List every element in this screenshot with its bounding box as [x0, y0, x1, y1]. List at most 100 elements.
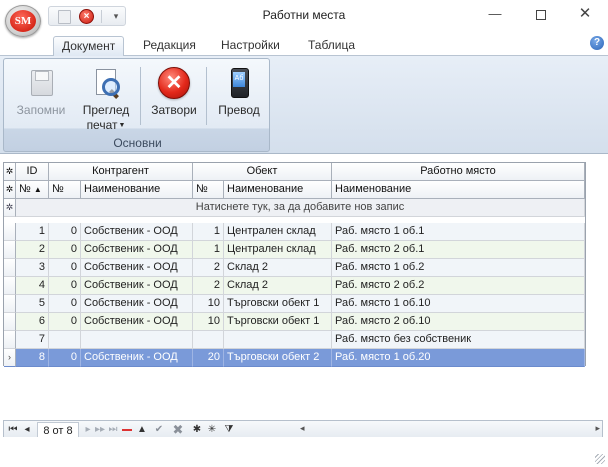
previous-record-button[interactable]: ◂	[21, 422, 33, 438]
print-preview-button[interactable]: Преглед печат▼	[76, 61, 136, 133]
table-row[interactable]: 4 0 Собственик - ООД 2 Склад 2 Раб. място 2 о…	[4, 277, 585, 295]
tab-table[interactable]: Таблица	[300, 36, 363, 56]
column-header-contractor-name[interactable]: Наименование	[81, 181, 193, 199]
cell-object-no[interactable]: 10	[193, 295, 224, 313]
cell-workplace-name[interactable]: Раб. място 1 об.10	[332, 295, 585, 313]
cell-workplace-name[interactable]: Раб. място 1 об.2	[332, 259, 585, 277]
cell-contractor-name[interactable]: Собственик - ООД	[81, 313, 193, 331]
cell-workplace-name[interactable]: Раб. място 2 об.10	[332, 313, 585, 331]
resize-grip-icon[interactable]	[595, 454, 605, 464]
indicator-header[interactable]: ✲	[4, 163, 16, 181]
cell-id[interactable]: 6	[16, 313, 49, 331]
cell-object-name[interactable]	[224, 331, 332, 349]
cell-contractor-no[interactable]: 0	[49, 295, 81, 313]
row-indicator[interactable]	[4, 259, 16, 277]
help-icon[interactable]: ?	[590, 36, 604, 50]
indicator-header[interactable]: ✲	[4, 181, 16, 199]
cell-contractor-name[interactable]: Собственик - ООД	[81, 349, 193, 367]
row-indicator[interactable]	[4, 313, 16, 331]
cell-contractor-name[interactable]: Собственик - ООД	[81, 295, 193, 313]
row-indicator[interactable]	[4, 331, 16, 349]
cell-contractor-no[interactable]: 0	[49, 349, 81, 367]
translate-button[interactable]: Aб Превод	[212, 61, 266, 133]
cell-workplace-name[interactable]: Раб. място 1 об.1	[332, 223, 585, 241]
cell-id[interactable]: 4	[16, 277, 49, 295]
band-id[interactable]: ID	[16, 163, 49, 181]
row-indicator[interactable]	[4, 295, 16, 313]
cell-workplace-name[interactable]: Раб. място без собственик	[332, 331, 585, 349]
save-button[interactable]: Запомни	[9, 61, 73, 133]
band-workplace[interactable]: Работно място	[332, 163, 585, 181]
app-menu-button[interactable]: SM	[5, 5, 41, 37]
last-record-button[interactable]: ⏭	[107, 422, 119, 438]
row-indicator[interactable]	[4, 241, 16, 259]
filter-button[interactable]: ⧩	[222, 422, 236, 438]
cell-contractor-name[interactable]	[81, 331, 193, 349]
cell-contractor-no[interactable]: 0	[49, 277, 81, 295]
cell-id[interactable]: 3	[16, 259, 49, 277]
tab-document[interactable]: Документ	[53, 36, 125, 57]
scroll-right-icon[interactable]: ▸	[595, 423, 600, 434]
row-indicator[interactable]: ›	[4, 349, 16, 367]
cell-contractor-name[interactable]: Собственик - ООД	[81, 277, 193, 295]
cell-contractor-name[interactable]: Собственик - ООД	[81, 223, 193, 241]
cancel-edit-button[interactable]: ✖	[170, 422, 186, 438]
cell-workplace-name[interactable]: Раб. място 1 об.20	[332, 349, 585, 367]
cell-contractor-no[interactable]: 0	[49, 223, 81, 241]
column-header-id[interactable]: № ▲	[16, 181, 49, 199]
cell-object-no[interactable]: 2	[193, 259, 224, 277]
minimize-button[interactable]: —	[478, 2, 512, 26]
cell-object-name[interactable]: Централен склад	[224, 223, 332, 241]
cell-id[interactable]: 7	[16, 331, 49, 349]
next-page-button[interactable]: ▸▸	[94, 422, 106, 438]
cell-object-no[interactable]: 10	[193, 313, 224, 331]
cell-contractor-name[interactable]: Собственик - ООД	[81, 259, 193, 277]
table-row[interactable]: 2 0 Собственик - ООД 1 Централен склад Раб. м…	[4, 241, 585, 259]
cell-object-name[interactable]: Търговски обект 1	[224, 295, 332, 313]
cell-object-no[interactable]: 1	[193, 223, 224, 241]
cell-id[interactable]: 1	[16, 223, 49, 241]
table-row[interactable]: 3 0 Собственик - ООД 2 Склад 2 Раб. място 1 о…	[4, 259, 585, 277]
close-window-button[interactable]: ✕	[568, 2, 602, 26]
next-record-button[interactable]: ▸	[82, 422, 94, 438]
new-record-hint[interactable]: Натиснете тук, за да добавите нов запис	[16, 199, 585, 217]
cell-object-no[interactable]: 20	[193, 349, 224, 367]
cell-object-no[interactable]: 2	[193, 277, 224, 295]
table-row[interactable]: › 8 0 Собственик - ООД 20 Търговски обект 2 Ра…	[4, 349, 585, 367]
cell-id[interactable]: 5	[16, 295, 49, 313]
cell-object-name[interactable]: Склад 2	[224, 277, 332, 295]
cell-id[interactable]: 2	[16, 241, 49, 259]
table-row[interactable]: 5 0 Собственик - ООД 10 Търговски обект 1 Раб…	[4, 295, 585, 313]
tab-edit[interactable]: Редакция	[135, 36, 204, 56]
new-record-row[interactable]: ✲ Натиснете тук, за да добавите нов запи…	[4, 199, 585, 217]
cell-object-name[interactable]: Търговски обект 2	[224, 349, 332, 367]
cell-object-no[interactable]	[193, 331, 224, 349]
edit-record-button[interactable]: ▲	[135, 422, 149, 438]
table-row[interactable]: 6 0 Собственик - ООД 10 Търговски обект 1 Раб…	[4, 313, 585, 331]
close-button[interactable]: ✕ Затвори	[145, 61, 203, 133]
column-header-contractor-no[interactable]: №	[49, 181, 81, 199]
cell-object-name[interactable]: Централен склад	[224, 241, 332, 259]
column-header-object-no[interactable]: №	[193, 181, 224, 199]
cell-object-no[interactable]: 1	[193, 241, 224, 259]
cell-workplace-name[interactable]: Раб. място 2 об.2	[332, 277, 585, 295]
bookmark-button[interactable]: ✱	[190, 422, 204, 438]
cell-object-name[interactable]: Търговски обект 1	[224, 313, 332, 331]
first-record-button[interactable]: ⏮	[6, 422, 20, 438]
cell-id[interactable]: 8	[16, 349, 49, 367]
row-indicator[interactable]	[4, 277, 16, 295]
cell-contractor-name[interactable]: Собственик - ООД	[81, 241, 193, 259]
goto-bookmark-button[interactable]: ✳	[205, 422, 219, 438]
delete-record-button[interactable]	[120, 422, 134, 438]
row-indicator[interactable]	[4, 223, 16, 241]
scroll-left-icon[interactable]: ◂	[300, 423, 305, 434]
table-row[interactable]: 1 0 Собственик - ООД 1 Централен склад Раб. м…	[4, 223, 585, 241]
band-object[interactable]: Обект	[193, 163, 332, 181]
maximize-button[interactable]	[524, 2, 558, 26]
cell-workplace-name[interactable]: Раб. място 2 об.1	[332, 241, 585, 259]
post-edit-button[interactable]: ✔	[151, 422, 167, 438]
cell-contractor-no[interactable]: 0	[49, 241, 81, 259]
band-contractor[interactable]: Контрагент	[49, 163, 193, 181]
cell-object-name[interactable]: Склад 2	[224, 259, 332, 277]
horizontal-scrollbar[interactable]: ◂ ▸	[300, 423, 600, 437]
